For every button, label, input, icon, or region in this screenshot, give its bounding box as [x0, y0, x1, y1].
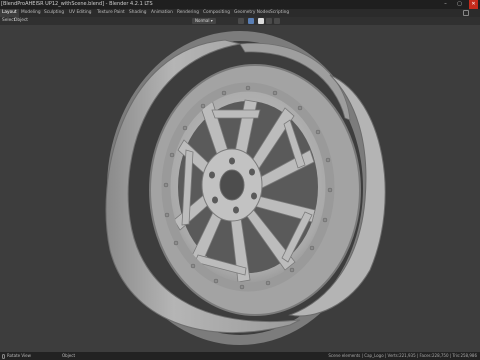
center-bore — [219, 169, 245, 201]
3d-viewport[interactable] — [0, 25, 480, 352]
window-title: [BlendProAHEISR UP12_withScene.blend] - … — [1, 1, 153, 7]
transform-orientation[interactable]: Normal ▾ — [192, 18, 216, 24]
status-left: Rotate View — [2, 352, 31, 360]
tab-animation[interactable]: Animation — [149, 9, 175, 17]
close-icon[interactable]: ✕ — [469, 0, 478, 9]
status-right: Scene elements | Cap_Logo | Verts:221,93… — [328, 353, 477, 358]
status-bar: Rotate View Object Scene elements | Cap_… — [0, 352, 480, 360]
tab-sculpting[interactable]: Sculpting — [42, 9, 66, 17]
tab-compositing[interactable]: Compositing — [201, 9, 232, 17]
mouse-icon — [2, 353, 5, 359]
minimize-icon[interactable]: – — [441, 0, 450, 9]
workspace-icon[interactable] — [463, 10, 469, 16]
xray-button[interactable] — [248, 18, 254, 24]
maximize-icon[interactable]: ▢ — [455, 0, 464, 9]
tab-shading[interactable]: Shading — [127, 9, 148, 17]
tab-rendering[interactable]: Rendering — [175, 9, 201, 17]
material-shading-button[interactable] — [266, 18, 272, 24]
orientation-label: Normal — [195, 18, 210, 23]
menu-object[interactable]: Object — [14, 17, 28, 25]
window-controls: – ▢ ✕ — [441, 0, 478, 9]
tab-uv-editing[interactable]: UV Editing — [67, 9, 93, 17]
tab-layout[interactable]: Layout — [0, 9, 19, 17]
workspace-tabs: Layout Modeling Sculpting UV Editing Tex… — [0, 9, 480, 17]
overlay-button[interactable] — [238, 18, 244, 24]
window-titlebar: [BlendProAHEISR UP12_withScene.blend] - … — [0, 0, 480, 9]
viewport-header: Select Object Normal ▾ — [0, 17, 480, 25]
render-shading-button[interactable] — [274, 18, 280, 24]
tab-scripting[interactable]: Scripting — [268, 9, 291, 17]
tab-geometry-nodes[interactable]: Geometry Nodes — [232, 9, 272, 17]
wheel-model — [105, 31, 386, 345]
solid-shading-button[interactable] — [258, 18, 264, 24]
tab-texture-paint[interactable]: Texture Paint — [95, 9, 127, 17]
tab-modeling[interactable]: Modeling — [19, 9, 43, 17]
status-center: Object — [62, 353, 76, 358]
status-left-label: Rotate View — [7, 353, 31, 358]
